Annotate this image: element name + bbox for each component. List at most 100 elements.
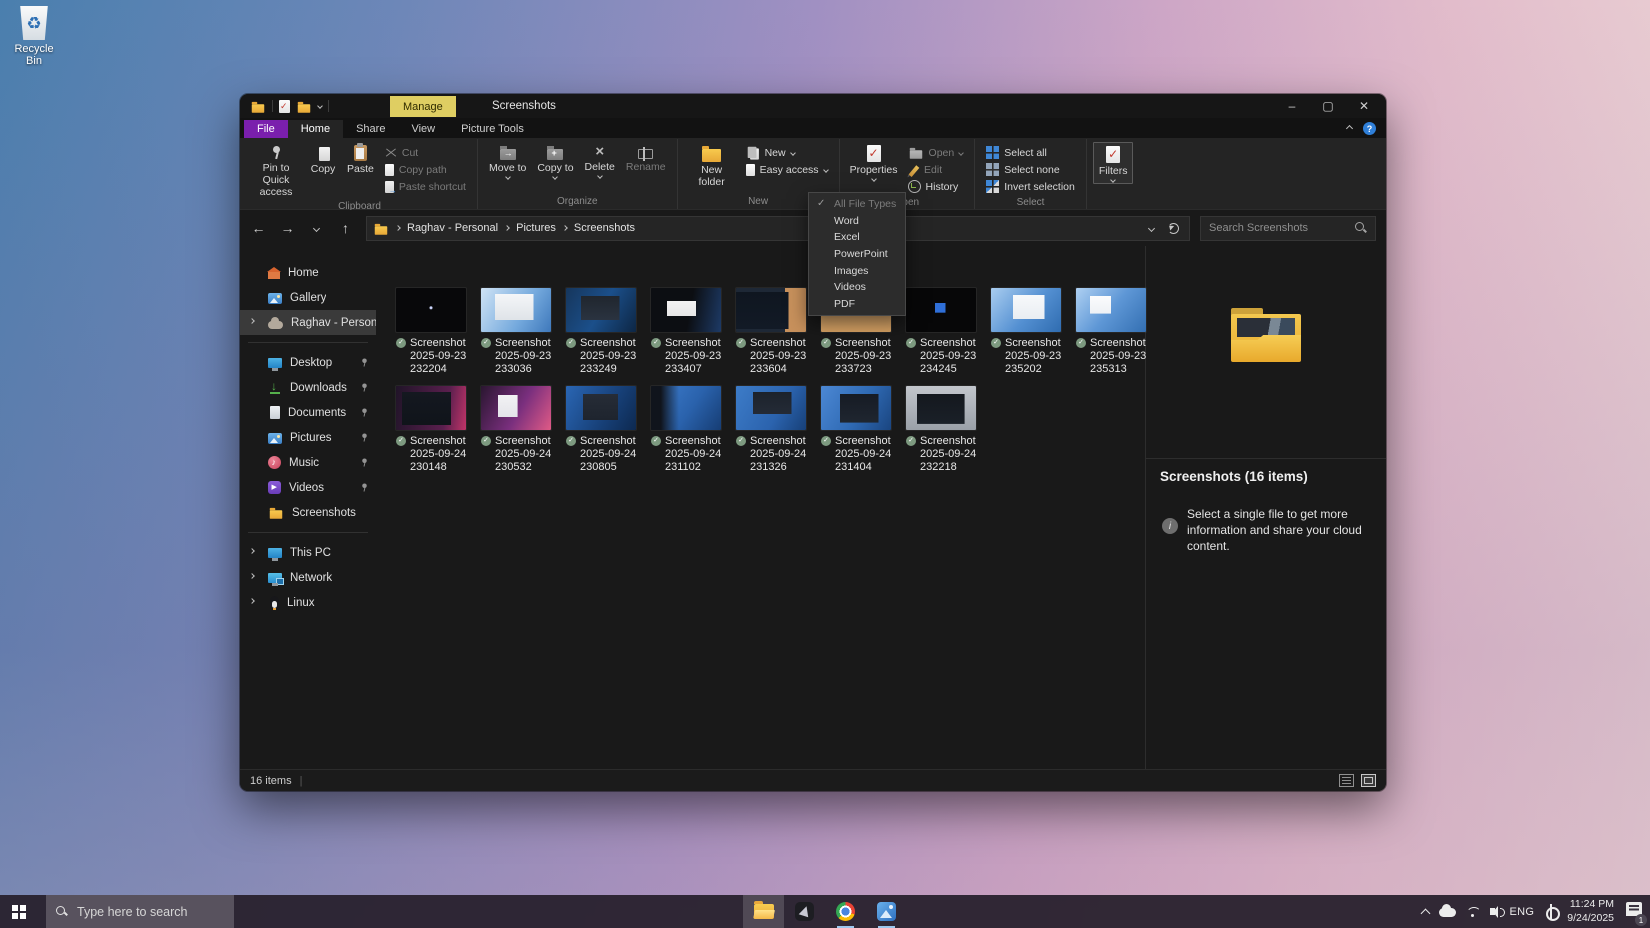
file-tile-screenshot-2025-09-23-235313[interactable]: ✓Screenshot 2025-09-23 235313 xyxy=(1068,288,1153,376)
easy-access-button[interactable]: Easy access xyxy=(741,161,833,178)
taskbar-chrome[interactable] xyxy=(825,895,866,928)
show-hidden-icons-chevron[interactable] xyxy=(1420,908,1430,918)
file-tile-screenshot-2025-09-24-231326[interactable]: ✓Screenshot 2025-09-24 231326 xyxy=(728,386,813,474)
pin-to-quick-access-button[interactable]: Pin to Quick access xyxy=(248,142,304,199)
file-tile-screenshot-2025-09-23-234245[interactable]: ✓Screenshot 2025-09-23 234245 xyxy=(898,288,983,376)
sidebar-item-network[interactable]: Network xyxy=(240,565,376,590)
address-dropdown-icon[interactable] xyxy=(1148,224,1155,231)
search-box[interactable] xyxy=(1200,216,1376,241)
file-tile-screenshot-2025-09-23-233407[interactable]: ✓Screenshot 2025-09-23 233407 xyxy=(643,288,728,376)
filters-menu-item-word[interactable]: Word xyxy=(809,213,905,230)
taskbar-file-explorer[interactable] xyxy=(743,895,784,928)
language-indicator[interactable]: ENG xyxy=(1510,906,1535,918)
forward-button[interactable]: → xyxy=(275,215,300,241)
settings-tray-icon[interactable] xyxy=(1544,905,1557,918)
minimize-button[interactable]: – xyxy=(1274,94,1310,118)
sidebar-item-home[interactable]: Home xyxy=(240,260,376,285)
sidebar-item-music[interactable]: Music xyxy=(240,450,376,475)
tab-home[interactable]: Home xyxy=(288,120,343,138)
open-button[interactable]: Open xyxy=(903,144,969,161)
folder-icon[interactable] xyxy=(252,104,264,113)
file-thumbnail[interactable] xyxy=(906,386,976,430)
properties-icon[interactable] xyxy=(279,100,290,113)
copy-button[interactable]: Copy xyxy=(305,142,341,177)
taskbar-search[interactable] xyxy=(46,895,234,928)
sidebar-item-screenshots[interactable]: Screenshots xyxy=(240,500,376,525)
new-folder-icon[interactable] xyxy=(298,104,310,113)
file-tile-screenshot-2025-09-24-230148[interactable]: ✓Screenshot 2025-09-24 230148 xyxy=(388,386,473,474)
sidebar-item-downloads[interactable]: Downloads xyxy=(240,375,376,400)
copy-to-button[interactable]: Copy to xyxy=(532,142,578,180)
delete-button[interactable]: × Delete xyxy=(580,142,620,179)
file-tile-screenshot-2025-09-23-232204[interactable]: ✓Screenshot 2025-09-23 232204 xyxy=(388,288,473,376)
expand-chevron-icon[interactable] xyxy=(249,548,255,554)
close-button[interactable]: ✕ xyxy=(1346,94,1382,118)
file-thumbnail[interactable] xyxy=(1076,288,1146,332)
file-thumbnail[interactable] xyxy=(736,288,806,332)
file-tile-screenshot-2025-09-24-231404[interactable]: ✓Screenshot 2025-09-24 231404 xyxy=(813,386,898,474)
taskbar-dark-app[interactable] xyxy=(784,895,825,928)
filters-menu-item-excel[interactable]: Excel xyxy=(809,229,905,246)
paste-shortcut-button[interactable]: Paste shortcut xyxy=(380,178,471,195)
file-tile-screenshot-2025-09-23-233036[interactable]: ✓Screenshot 2025-09-23 233036 xyxy=(473,288,558,376)
file-thumbnail[interactable] xyxy=(821,386,891,430)
rename-button[interactable]: Rename xyxy=(621,142,671,175)
back-button[interactable]: ← xyxy=(246,215,271,241)
help-icon[interactable]: ? xyxy=(1363,122,1376,135)
expand-chevron-icon[interactable] xyxy=(249,573,255,579)
wifi-icon[interactable] xyxy=(1466,907,1480,917)
chevron-down-icon[interactable] xyxy=(317,103,323,109)
file-thumbnail[interactable] xyxy=(736,386,806,430)
manage-contextual-tab[interactable]: Manage xyxy=(390,96,456,117)
filters-menu-item-pdf[interactable]: PDF xyxy=(809,296,905,313)
select-all-button[interactable]: Select all xyxy=(981,144,1080,161)
file-thumbnail[interactable] xyxy=(906,288,976,332)
thumbnail-view-toggle[interactable] xyxy=(1361,774,1376,787)
file-thumbnail[interactable] xyxy=(481,288,551,332)
breadcrumb-item-pictures[interactable]: Pictures xyxy=(516,222,556,234)
file-thumbnail[interactable] xyxy=(396,288,466,332)
filters-menu-item-all-file-types[interactable]: ✓All File Types xyxy=(809,196,905,213)
sidebar-item-gallery[interactable]: Gallery xyxy=(240,285,376,310)
tab-view[interactable]: View xyxy=(398,120,448,138)
sidebar-item-videos[interactable]: Videos xyxy=(240,475,376,500)
search-input[interactable] xyxy=(1209,222,1349,234)
history-button[interactable]: History xyxy=(903,178,969,195)
refresh-icon[interactable] xyxy=(1168,223,1179,234)
new-folder-button[interactable]: New folder xyxy=(684,142,740,190)
file-tile-screenshot-2025-09-24-230532[interactable]: ✓Screenshot 2025-09-24 230532 xyxy=(473,386,558,474)
expand-chevron-icon[interactable] xyxy=(249,318,255,324)
file-tile-screenshot-2025-09-23-233249[interactable]: ✓Screenshot 2025-09-23 233249 xyxy=(558,288,643,376)
sidebar-item-documents[interactable]: Documents xyxy=(240,400,376,425)
filters-menu-item-videos[interactable]: Videos xyxy=(809,279,905,296)
file-thumbnail[interactable] xyxy=(651,386,721,430)
clock[interactable]: 11:24 PM 9/24/2025 xyxy=(1567,898,1614,925)
recycle-bin[interactable]: ♻ Recycle Bin xyxy=(6,6,62,67)
action-center-button[interactable]: 1 xyxy=(1626,902,1642,921)
tab-share[interactable]: Share xyxy=(343,120,398,138)
sidebar-item-pictures[interactable]: Pictures xyxy=(240,425,376,450)
collapse-ribbon-icon[interactable] xyxy=(1346,125,1353,132)
file-tile-screenshot-2025-09-23-235202[interactable]: ✓Screenshot 2025-09-23 235202 xyxy=(983,288,1068,376)
file-tile-screenshot-2025-09-23-233604[interactable]: ✓Screenshot 2025-09-23 233604 xyxy=(728,288,813,376)
file-thumbnail[interactable] xyxy=(566,386,636,430)
file-thumbnail[interactable] xyxy=(481,386,551,430)
sidebar-item-desktop[interactable]: Desktop xyxy=(240,350,376,375)
copy-path-button[interactable]: Copy path xyxy=(380,161,471,178)
taskbar-photos[interactable] xyxy=(866,895,907,928)
file-thumbnail[interactable] xyxy=(991,288,1061,332)
breadcrumb-item-raghav-personal[interactable]: Raghav - Personal xyxy=(407,222,498,234)
file-thumbnail[interactable] xyxy=(396,386,466,430)
new-item-button[interactable]: New xyxy=(741,144,833,161)
select-none-button[interactable]: Select none xyxy=(981,161,1080,178)
file-thumbnail[interactable] xyxy=(566,288,636,332)
up-button[interactable]: ↑ xyxy=(333,215,358,241)
filters-menu-item-powerpoint[interactable]: PowerPoint xyxy=(809,246,905,263)
taskbar-search-input[interactable] xyxy=(77,905,224,919)
onedrive-icon[interactable] xyxy=(1439,908,1456,917)
file-thumbnail[interactable] xyxy=(651,288,721,332)
move-to-button[interactable]: Move to xyxy=(484,142,531,180)
file-tile-screenshot-2025-09-24-232218[interactable]: ✓Screenshot 2025-09-24 232218 xyxy=(898,386,983,474)
filters-button[interactable]: Filters xyxy=(1093,142,1134,184)
breadcrumb[interactable]: Raghav - PersonalPicturesScreenshots xyxy=(366,216,1190,241)
